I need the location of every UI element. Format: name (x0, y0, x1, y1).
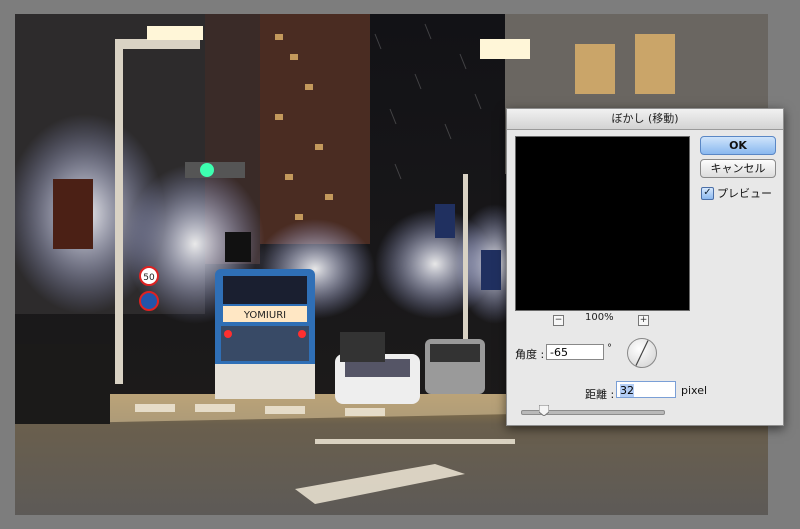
cancel-button[interactable]: キャンセル (700, 159, 776, 178)
checkmark-icon[interactable]: ✓ (701, 186, 714, 200)
degree-symbol: ° (607, 343, 612, 354)
distance-input[interactable]: 32 (616, 381, 676, 398)
motion-blur-dialog: ぼかし (移動) − 100% + OK キャンセル ✓ プレビュー 角度 : … (506, 108, 784, 426)
angle-input[interactable]: -65 (546, 344, 604, 360)
zoom-out-button[interactable]: − (553, 315, 564, 326)
zoom-level-text: 100% (585, 312, 614, 323)
angle-label: 角度 : (515, 348, 545, 361)
slider-thumb-icon[interactable] (539, 405, 549, 416)
dialog-title: ぼかし (移動) (507, 109, 783, 130)
bus-destination-sign: YOMIURI (243, 310, 286, 321)
angle-dial[interactable] (627, 338, 657, 368)
distance-unit-label: pixel (681, 384, 708, 397)
ok-button[interactable]: OK (700, 136, 776, 155)
distance-label: 距離 : (585, 388, 615, 401)
speed-limit-sign: 50 (143, 273, 155, 283)
distance-value: 32 (620, 384, 634, 397)
filter-preview-pane[interactable] (515, 136, 690, 311)
zoom-in-button[interactable]: + (638, 315, 649, 326)
preview-toggle[interactable]: ✓ プレビュー (701, 185, 772, 201)
preview-label: プレビュー (717, 187, 772, 200)
angle-dial-icon (635, 340, 649, 366)
